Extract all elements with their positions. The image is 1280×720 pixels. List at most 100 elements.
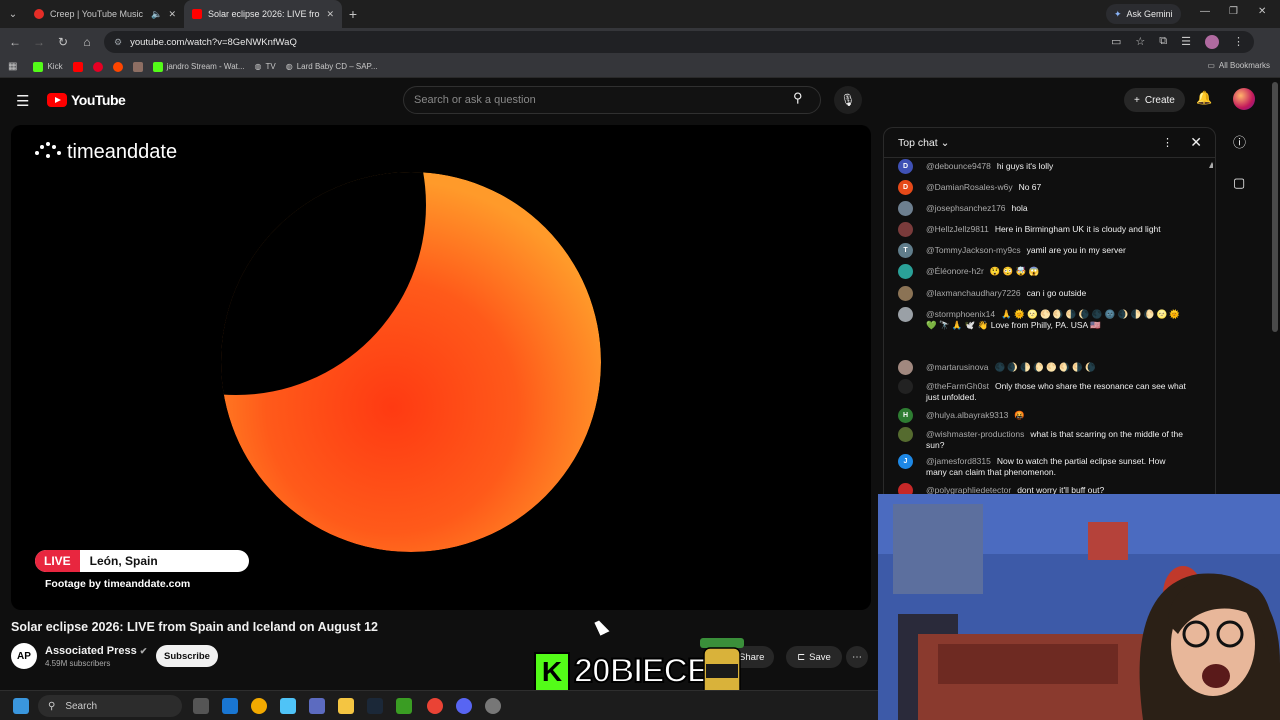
forward-arrow-icon[interactable]: → [27,35,51,49]
tab-youtube-music[interactable]: Creep | YouTube Music 🔈 ✕ [26,0,184,28]
chat-message: H @hulya.albayrak9313 🤬 [898,408,1188,423]
search-icon[interactable]: ⚲ [793,90,803,106]
file-explorer-icon[interactable] [338,698,354,714]
tab-search-button[interactable]: ⌄ [0,1,26,27]
chat-author-avatar[interactable]: J [898,454,913,469]
bookmark-kick[interactable]: Kick [33,61,63,72]
taskbar-search[interactable]: ⚲ Search [38,695,182,717]
new-tab-button[interactable]: + [342,6,364,22]
chrome-icon[interactable] [427,698,443,714]
tab-search-icon[interactable]: ☰ [1181,35,1191,49]
save-button[interactable]: ⊏ Save [786,646,842,668]
voice-search-button[interactable]: 🎙 [834,86,862,114]
bookmark-image[interactable] [132,61,143,72]
chat-author-name[interactable]: @martarusinova [926,362,988,372]
all-bookmarks-button[interactable]: ▭ All Bookmarks [1207,61,1270,70]
minecraft-icon[interactable] [396,698,412,714]
obs-icon[interactable] [485,698,501,714]
chat-author-name[interactable]: @DamianRosales-w6y [926,182,1013,192]
chat-author-name[interactable]: @stormphoenix14 [926,309,995,319]
tab-solar-eclipse[interactable]: Solar eclipse 2026: LIVE from Sp ✕ [184,0,342,28]
bookmark-jandro-stream[interactable]: jandro Stream - Wat... [152,61,245,72]
bookmark-youtube[interactable] [72,61,83,72]
chat-author-name[interactable]: @theFarmGh0st [926,381,989,391]
profile-avatar[interactable] [1205,35,1219,49]
task-view-icon[interactable] [193,698,209,714]
widgets-icon[interactable] [222,698,238,714]
chat-author-name[interactable]: @hulya.albayrak9313 [926,410,1008,420]
site-info-icon[interactable]: ⚙ [114,37,122,48]
chat-author-avatar[interactable] [898,201,913,216]
chat-bubble-icon[interactable]: ▢ [1233,175,1246,191]
chat-message-body: @HellzJellz9811 Here in Birmingham UK it … [926,222,1188,235]
apps-grid-icon[interactable]: ▦ [8,61,17,72]
close-window-icon[interactable]: ✕ [1258,6,1266,17]
youtube-logo[interactable]: YouTube [47,92,126,108]
chat-author-avatar[interactable] [898,360,913,375]
chat-author-name[interactable]: @laxmanchaudhary7226 [926,288,1021,298]
browser-menu-icon[interactable]: ⋮ [1233,35,1244,49]
copilot-icon[interactable] [251,698,267,714]
search-input[interactable]: Search or ask a question [403,86,821,114]
chat-author-avatar[interactable]: D [898,180,913,195]
info-icon[interactable]: ⓘ [1233,132,1246,151]
chat-author-name[interactable]: @jamesford8315 [926,456,991,466]
chat-author-name[interactable]: @debounce9478 [926,161,991,171]
windows-start-icon[interactable] [13,698,29,714]
chat-author-avatar[interactable] [898,286,913,301]
chat-author-name[interactable]: @josephsanchez176 [926,203,1006,213]
notifications-bell-icon[interactable]: 🔔 [1196,90,1212,106]
discord-icon[interactable] [456,698,472,714]
chat-author-avatar[interactable]: D [898,159,913,174]
chat-author-name[interactable]: @HellzJellz9811 [926,224,989,234]
close-tab-icon[interactable]: ✕ [326,9,334,20]
more-actions-button[interactable]: ⋯ [846,646,868,668]
chat-author-name[interactable]: @Éléonore-h2r [926,266,984,276]
chat-author-avatar[interactable] [898,427,913,442]
chat-author-avatar[interactable] [898,222,913,237]
cast-icon[interactable]: ▭ [1111,35,1121,49]
chat-author-avatar[interactable] [898,264,913,279]
reload-icon[interactable]: ↻ [51,35,75,49]
chat-scrollbar[interactable] [1209,162,1213,482]
bookmark-star-icon[interactable]: ☆ [1135,35,1145,49]
account-avatar[interactable] [1233,88,1255,110]
channel-name[interactable]: Associated Press ✔ [45,645,147,657]
steam-icon[interactable] [367,698,383,714]
chat-author-avatar[interactable]: H [898,408,913,423]
chat-author-name[interactable]: @TommyJackson-my9cs [926,245,1021,255]
back-arrow-icon[interactable]: ← [3,35,27,49]
page-scrollbar[interactable] [1272,82,1278,332]
channel-avatar[interactable]: AP [11,643,37,669]
minimize-window-icon[interactable]: — [1200,6,1210,17]
create-button[interactable]: + Create [1124,88,1185,112]
video-player[interactable]: timeanddate LIVE León, Spain Footage by … [11,125,871,610]
hamburger-menu-icon[interactable]: ☰ [16,92,29,110]
address-bar[interactable]: ⚙ youtube.com/watch?v=8GeNWKnfWaQ ▭ ☆ ⧉ … [104,31,1254,53]
video-title: Solar eclipse 2026: LIVE from Spain and … [11,620,378,634]
edge-icon[interactable] [280,698,296,714]
mute-tab-icon[interactable]: 🔈 [151,9,162,20]
live-location-badge: LIVE León, Spain [35,550,249,572]
chat-author-avatar[interactable] [898,379,913,394]
bookmark-pinterest[interactable] [92,61,103,72]
close-chat-icon[interactable]: ✕ [1190,134,1202,151]
home-icon[interactable]: ⌂ [75,35,99,49]
chat-author-avatar[interactable]: T [898,243,913,258]
bookmark-reddit[interactable] [112,61,123,72]
maximize-window-icon[interactable]: ❐ [1229,6,1238,17]
chat-menu-icon[interactable]: ⋮ [1162,136,1173,149]
chat-author-avatar[interactable] [898,307,913,322]
chat-author-name[interactable]: @wishmaster-productions [926,429,1024,439]
tab-title: Creep | YouTube Music [50,9,144,19]
chat-mode-dropdown[interactable]: Top chat ⌄ [898,137,949,149]
bookmark-tv[interactable]: ◍ TV [255,62,276,71]
extensions-icon[interactable]: ⧉ [1159,35,1167,49]
chat-message-text: Here in Birmingham UK it is cloudy and l… [994,224,1161,234]
subscribe-button[interactable]: Subscribe [156,645,218,667]
store-icon[interactable] [309,698,325,714]
youtube-icon [72,61,83,72]
bookmark-lard-baby[interactable]: ◍ Lard Baby CD – SAP... [286,62,378,71]
ask-gemini-button[interactable]: ✦ Ask Gemini [1106,4,1181,24]
close-tab-icon[interactable]: ✕ [168,9,176,20]
